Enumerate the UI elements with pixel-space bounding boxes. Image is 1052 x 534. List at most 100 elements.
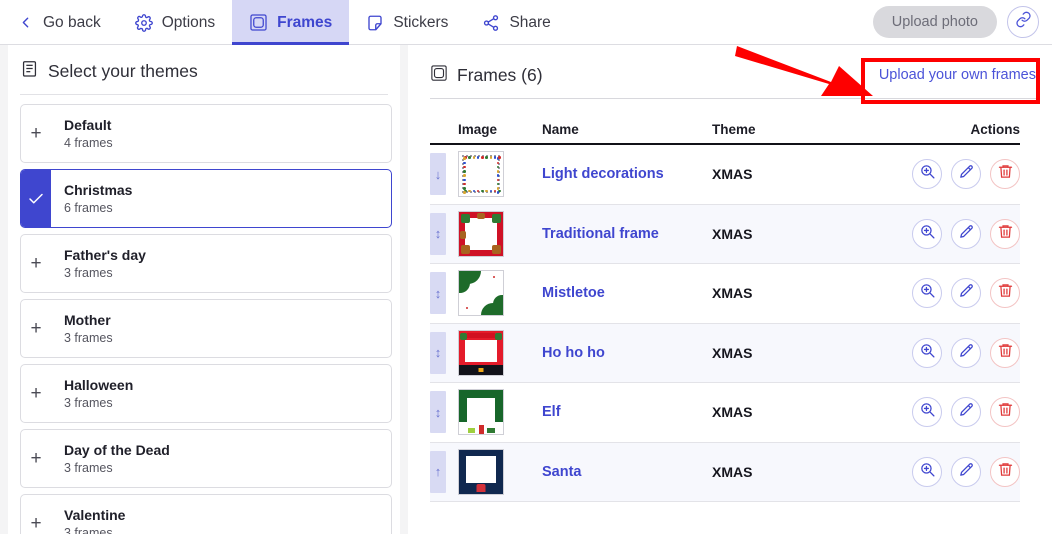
frame-thumbnail-cell: [458, 270, 542, 317]
table-row: ↕ Traditional frame XMAS: [430, 204, 1020, 264]
table-header-row: Image Name Theme Actions: [430, 113, 1020, 145]
reorder-handle[interactable]: ↕: [430, 272, 446, 315]
table-row: ↑ Santa XMAS: [430, 442, 1020, 502]
theme-card-body: Valentine 3 frames: [51, 495, 125, 534]
frame-thumbnail[interactable]: [458, 151, 504, 198]
frame-theme-cell: XMAS: [712, 225, 753, 242]
plus-icon: +: [30, 122, 42, 144]
theme-card-default[interactable]: + Default 4 frames: [20, 104, 392, 163]
frame-name-link[interactable]: Mistletoe: [542, 285, 605, 301]
reorder-handle[interactable]: ↕: [430, 391, 446, 434]
zoom-in-icon: [919, 342, 936, 364]
frame-name-link[interactable]: Light decorations: [542, 166, 664, 182]
theme-card-father-s-day[interactable]: + Father's day 3 frames: [20, 234, 392, 293]
plus-icon: +: [30, 382, 42, 404]
frames-table: Image Name Theme Actions ↓ Light decorati…: [430, 113, 1020, 502]
tab-go-back[interactable]: Go back: [0, 0, 118, 45]
link-icon: [1015, 11, 1032, 33]
reorder-handle[interactable]: ↕: [430, 331, 446, 374]
frame-thumbnail-cell: [458, 151, 542, 198]
frame-name-link[interactable]: Traditional frame: [542, 226, 659, 242]
topbar-actions: Upload photo: [872, 0, 1052, 44]
frame-thumbnail[interactable]: [458, 210, 504, 257]
theme-card-body: Father's day 3 frames: [51, 235, 146, 292]
delete-frame-button[interactable]: [990, 456, 1020, 487]
theme-card-body: Mother 3 frames: [51, 300, 113, 357]
theme-card-day-of-the-dead[interactable]: + Day of the Dead 3 frames: [20, 429, 392, 488]
delete-frame-button[interactable]: [990, 218, 1020, 249]
share-icon: [482, 14, 500, 32]
frame-theme-cell: XMAS: [712, 463, 753, 480]
sticker-icon: [366, 14, 384, 32]
delete-frame-button[interactable]: [990, 278, 1020, 309]
edit-frame-button[interactable]: [951, 456, 981, 487]
edit-frame-button[interactable]: [951, 159, 981, 190]
theme-frame-count: 6 frames: [64, 200, 113, 215]
frame-name-cell: Elf: [542, 403, 712, 421]
zoom-in-icon: [919, 401, 936, 423]
theme-card-valentine[interactable]: + Valentine 3 frames: [20, 494, 392, 534]
upload-your-own-frames-link[interactable]: Upload your own frames: [877, 63, 1038, 87]
edit-frame-button[interactable]: [951, 218, 981, 249]
theme-name: Valentine: [64, 506, 126, 523]
reorder-handle[interactable]: ↓: [430, 153, 446, 196]
frame-name-cell: Light decorations: [542, 165, 712, 183]
tab-label-frames: Frames: [277, 13, 333, 31]
zoom-in-icon: [919, 163, 936, 185]
frame-thumbnail[interactable]: [458, 389, 504, 436]
edit-frame-button[interactable]: [951, 278, 981, 309]
frame-theme-cell: XMAS: [712, 166, 753, 183]
frame-theme-cell: XMAS: [712, 285, 753, 302]
pencil-icon: [958, 342, 975, 364]
frames-title: Frames (6): [430, 64, 543, 87]
theme-name: Halloween: [64, 376, 134, 393]
table-body: ↓ Light decorations XMAS ↕ Traditional frame…: [430, 145, 1020, 502]
reorder-handle[interactable]: ↕: [430, 212, 446, 255]
frame-thumbnail[interactable]: [458, 270, 504, 317]
preview-frame-button[interactable]: [912, 218, 942, 249]
frame-actions-cell: [870, 456, 1020, 487]
preview-frame-button[interactable]: [912, 337, 942, 368]
frame-thumbnail[interactable]: [458, 329, 504, 376]
trash-icon: [997, 342, 1014, 364]
frame-name-link[interactable]: Elf: [542, 404, 561, 420]
preview-frame-button[interactable]: [912, 159, 942, 190]
edit-frame-button[interactable]: [951, 337, 981, 368]
frame-thumbnail[interactable]: [458, 448, 504, 495]
table-row: ↕ Mistletoe XMAS: [430, 264, 1020, 324]
delete-frame-button[interactable]: [990, 337, 1020, 368]
gear-icon: [134, 13, 153, 32]
frame-theme-cell: XMAS: [712, 404, 753, 421]
preview-frame-button[interactable]: [912, 278, 942, 309]
reorder-handle[interactable]: ↑: [430, 450, 446, 493]
reorder-handle-cell: ↕: [430, 212, 458, 255]
preview-frame-button[interactable]: [912, 456, 942, 487]
delete-frame-button[interactable]: [990, 159, 1020, 190]
reorder-handle-cell: ↕: [430, 272, 458, 315]
plus-icon: +: [30, 317, 42, 339]
theme-card-christmas[interactable]: Christmas 6 frames: [20, 169, 392, 228]
trash-icon: [997, 401, 1014, 423]
delete-frame-button[interactable]: [990, 397, 1020, 428]
frame-name-link[interactable]: Ho ho ho: [542, 345, 605, 361]
clipboard-list-icon: [20, 59, 39, 83]
frame-name-cell: Ho ho ho: [542, 344, 712, 362]
frame-name-link[interactable]: Santa: [542, 464, 582, 480]
table-row: ↕ Ho ho ho XMAS: [430, 323, 1020, 383]
copy-link-button[interactable]: [1007, 6, 1039, 38]
upload-photo-button[interactable]: Upload photo: [872, 6, 997, 38]
theme-card-halloween[interactable]: + Halloween 3 frames: [20, 364, 392, 423]
edit-frame-button[interactable]: [951, 397, 981, 428]
theme-card-mother[interactable]: + Mother 3 frames: [20, 299, 392, 358]
theme-list: + Default 4 frames Christmas 6 frames + Father…: [20, 104, 392, 534]
frames-panel: Frames (6) Upload your own frames Image …: [408, 45, 1052, 534]
frames-title-text: Frames (6): [457, 64, 543, 85]
tab-stickers[interactable]: Stickers: [349, 0, 465, 45]
tab-share[interactable]: Share: [465, 0, 567, 45]
pencil-icon: [958, 461, 975, 483]
tab-frames[interactable]: Frames: [232, 0, 350, 45]
trash-icon: [997, 163, 1014, 185]
reorder-handle-cell: ↕: [430, 331, 458, 374]
preview-frame-button[interactable]: [912, 397, 942, 428]
tab-options[interactable]: Options: [118, 0, 232, 45]
